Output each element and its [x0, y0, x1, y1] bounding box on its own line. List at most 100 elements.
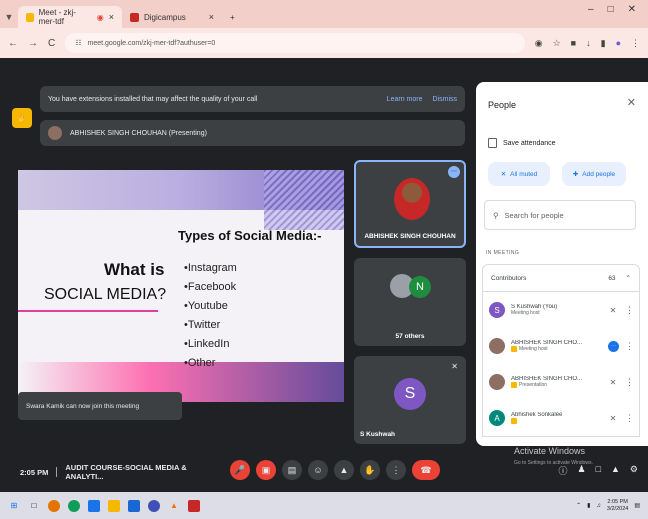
tab-search-chevron-icon[interactable]: ▼ [0, 6, 18, 28]
participant-role: Meeting host [511, 310, 540, 316]
pinned-app-icon[interactable] [188, 499, 200, 512]
start-icon[interactable]: ⊞ [8, 500, 20, 512]
downloads-icon[interactable]: ↓ [586, 38, 591, 48]
system-tray: ⌃ ▮ ♫ 2:05 PM 3/2/2024 ▤ [576, 499, 640, 513]
save-attendance-button[interactable]: Save attendance [488, 138, 556, 148]
tile-more-options-icon[interactable]: ⋯ [448, 166, 460, 178]
battery-icon[interactable]: ▮ [587, 502, 590, 509]
contributors-header[interactable]: Contributors 63 ⌃ [482, 264, 640, 292]
chevron-up-icon[interactable]: ⌃ [626, 274, 631, 282]
minimize-icon[interactable]: – [588, 4, 594, 15]
bookmark-star-icon[interactable]: ☆ [553, 38, 561, 49]
others-avatar-n: N [409, 276, 431, 298]
store-icon[interactable] [128, 499, 140, 512]
join-notice-text: Swara Kamik can now join this meeting [26, 402, 140, 410]
participant-tile-self[interactable]: ✕ S S Kushwah [354, 356, 466, 444]
microphone-off-button[interactable]: 🎤 [230, 460, 250, 480]
site-info-icon[interactable]: ☷ [75, 39, 81, 47]
participant-role: Meeting host [519, 346, 548, 352]
slide-title-line2: SOCIAL MEDIA? [44, 286, 167, 303]
chrome-icon[interactable] [48, 499, 60, 512]
forward-icon[interactable]: → [28, 38, 38, 49]
notification-icon[interactable]: ▤ [634, 502, 640, 509]
participant-avatar: S [489, 302, 505, 318]
mic-off-icon[interactable]: ✕ [607, 378, 619, 387]
activities-icon[interactable]: ▲ [611, 464, 620, 477]
volume-icon[interactable]: ♫ [596, 503, 601, 509]
participant-more-icon[interactable]: ⋮ [625, 413, 634, 424]
mic-off-icon: ✕ [451, 362, 458, 371]
tag-icon [511, 418, 517, 424]
emoji-reactions-button[interactable]: ☺ [308, 460, 328, 480]
divider [56, 467, 58, 477]
window-controls: – □ ✕ [588, 4, 648, 15]
tab-digicampus[interactable]: Digicampus × [122, 6, 222, 28]
list-item[interactable]: ABHISHEK SINGH CHO... Meeting host ⋯ ⋮ [483, 328, 639, 364]
tab-meet-label: Meet - zkj-mer-tdf [38, 8, 76, 26]
raise-hand-button[interactable]: ✋ [360, 460, 380, 480]
extension-icon[interactable]: ■ [571, 38, 576, 48]
participant-more-icon[interactable]: ⋮ [625, 341, 634, 352]
taskbar-clock[interactable]: 2:05 PM 3/2/2024 [607, 499, 628, 513]
slide-bullet: Other [184, 357, 237, 376]
camera-permission-icon[interactable]: ◉ [535, 38, 543, 49]
tab-digicampus-close-icon[interactable]: × [209, 12, 214, 22]
sidebar-icon[interactable]: ▮ [601, 38, 606, 49]
mic-off-icon[interactable]: ✕ [607, 306, 619, 315]
activate-windows-subtext: Go to Settings to activate Windows. [514, 460, 593, 466]
maximize-icon[interactable]: □ [608, 4, 614, 15]
list-item[interactable]: ABHISHEK SINGH CHO... Presentation ✕ ⋮ [483, 364, 639, 400]
reload-icon[interactable]: C [48, 38, 55, 49]
speaking-indicator-icon: ⋯ [608, 340, 619, 352]
camera-off-button[interactable]: ▣ [256, 460, 276, 480]
host-controls-icon[interactable]: ⚙ [630, 464, 638, 477]
close-panel-icon[interactable]: ✕ [627, 96, 636, 109]
participant-more-icon[interactable]: ⋮ [625, 305, 634, 316]
mic-off-icon[interactable]: ✕ [607, 414, 619, 423]
task-view-icon[interactable]: □ [28, 500, 40, 512]
list-item[interactable]: A Abhishek Sonkalee ✕ ⋮ [483, 400, 639, 436]
vlc-icon[interactable]: ▲ [168, 500, 180, 512]
app-icon[interactable] [148, 499, 160, 512]
dismiss-link[interactable]: Dismiss [433, 96, 458, 103]
participant-more-icon[interactable]: ⋮ [625, 377, 634, 388]
hand-raise-indicator-icon[interactable]: ✋ [12, 108, 32, 128]
chevron-up-icon[interactable]: ⌃ [576, 502, 581, 509]
list-item[interactable]: S S Kushwah (You) Meeting host ✕ ⋮ [483, 292, 639, 328]
learn-more-link[interactable]: Learn more [387, 96, 423, 103]
present-now-button[interactable]: ▲ [334, 460, 354, 480]
chat-icon[interactable]: □ [596, 464, 601, 477]
attendance-icon [488, 138, 497, 148]
edge-icon[interactable] [68, 499, 80, 512]
participant-tile-others[interactable]: N 57 others [354, 258, 466, 346]
new-tab-button[interactable]: + [222, 6, 243, 28]
close-window-icon[interactable]: ✕ [628, 4, 636, 15]
save-attendance-label: Save attendance [503, 139, 556, 147]
file-explorer-icon[interactable] [88, 499, 100, 512]
call-controls: 🎤 ▣ ▤ ☺ ▲ ✋ ⋮ ☎ [230, 460, 440, 480]
participant-avatar [489, 338, 505, 354]
presenting-text: ABHISHEK SINGH CHOUHAN (Presenting) [70, 129, 207, 137]
tab-meet-close-icon[interactable]: × [109, 12, 114, 22]
menu-icon[interactable]: ⋮ [631, 38, 640, 49]
participant-tile-presenter[interactable]: ⋯ ABHISHEK SINGH CHOUHAN [354, 160, 466, 248]
digicampus-favicon-icon [130, 12, 139, 22]
tab-meet[interactable]: Meet - zkj-mer-tdf ◉ × [18, 6, 122, 28]
add-people-button[interactable]: ✚ Add people [562, 162, 626, 186]
self-avatar: S [394, 378, 426, 410]
contributors-label: Contributors [491, 274, 527, 282]
leave-call-button[interactable]: ☎ [412, 460, 440, 480]
folder-icon[interactable] [108, 499, 120, 512]
profile-icon[interactable]: ● [616, 38, 621, 48]
back-icon[interactable]: ← [8, 38, 18, 49]
more-options-button[interactable]: ⋮ [386, 460, 406, 480]
participant-avatar [489, 374, 505, 390]
captions-button[interactable]: ▤ [282, 460, 302, 480]
people-search-input[interactable]: ⚲ Search for people [484, 200, 636, 230]
mute-all-button[interactable]: ✕ All muted [488, 162, 550, 186]
toolbar-icons: ◉ ☆ ■ ↓ ▮ ● ⋮ [535, 38, 640, 49]
browser-tab-bar: ▼ Meet - zkj-mer-tdf ◉ × Digicampus × + … [0, 0, 648, 28]
add-people-label: Add people [582, 170, 616, 178]
slide-bullet: Instagram [184, 262, 237, 281]
url-field[interactable]: ☷ meet.google.com/zkj-mer-tdf?authuser=0 [65, 33, 525, 53]
